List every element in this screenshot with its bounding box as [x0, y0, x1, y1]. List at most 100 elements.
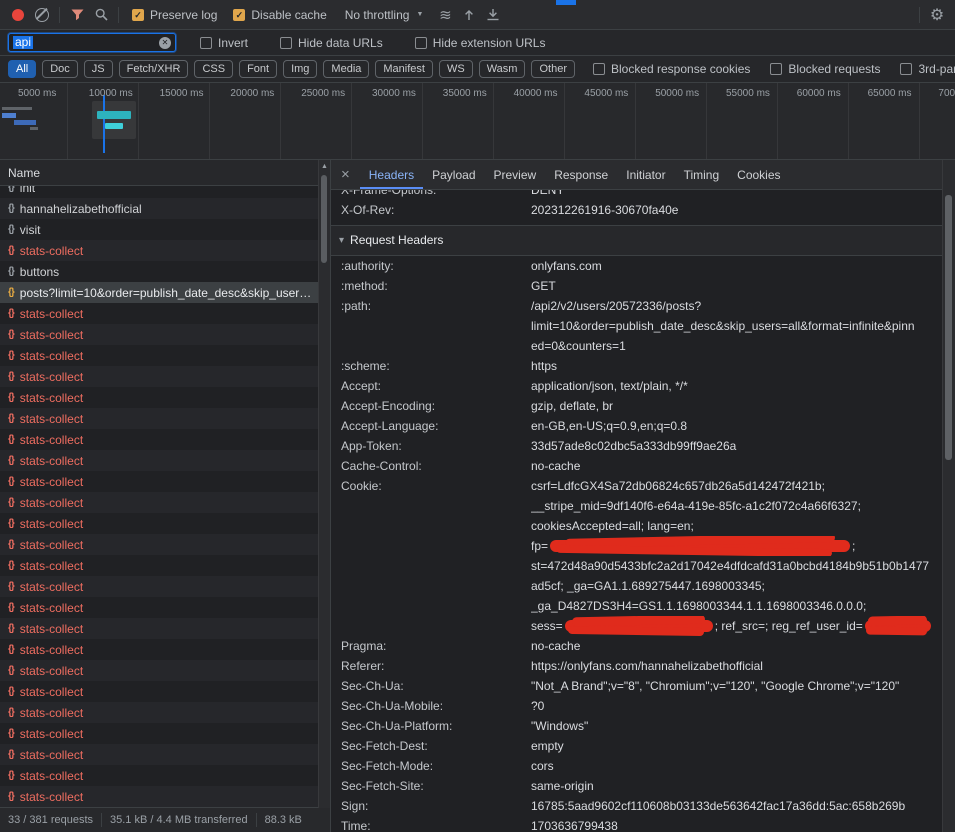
search-button[interactable] [89, 3, 113, 27]
type-filter-manifest[interactable]: Manifest [375, 60, 433, 78]
request-row[interactable]: {}stats-collect [0, 786, 330, 807]
type-filter-wasm[interactable]: Wasm [479, 60, 526, 78]
tab-initiator[interactable]: Initiator [617, 160, 674, 189]
request-row[interactable]: {}stats-collect [0, 555, 330, 576]
request-name: hannahelizabethofficial [20, 202, 142, 216]
braces-icon: {} [8, 497, 14, 508]
request-name: stats-collect [20, 517, 83, 531]
waterfall-activity-bar [2, 107, 32, 110]
request-row[interactable]: {}stats-collect [0, 765, 330, 786]
request-row[interactable]: {}posts?limit=10&order=publish_date_desc… [0, 282, 330, 303]
request-row[interactable]: {}stats-collect [0, 723, 330, 744]
scrollbar-thumb[interactable] [945, 195, 952, 460]
request-row[interactable]: {}stats-collect [0, 618, 330, 639]
tab-headers[interactable]: Headers [360, 160, 423, 189]
type-filter-font[interactable]: Font [239, 60, 277, 78]
header-value-text: _ga_D4827DS3H4=GS1.1.1698003344.1.1.1698… [531, 599, 866, 613]
filter-input[interactable]: api ✕ [8, 33, 176, 52]
type-filter-img[interactable]: Img [283, 60, 317, 78]
request-row[interactable]: {}init [0, 186, 330, 198]
tab-preview[interactable]: Preview [485, 160, 546, 189]
request-row[interactable]: {}stats-collect [0, 240, 330, 261]
request-headers-section[interactable]: ▾ Request Headers [331, 225, 943, 256]
scrollbar-thumb[interactable] [321, 175, 327, 263]
requests-count: 33 / 381 requests [0, 814, 101, 826]
header-row: Pragma:no-cache [331, 636, 943, 656]
type-filter-chips: All Doc JS Fetch/XHR CSS Font Img Media Manifest… [8, 60, 575, 78]
request-row[interactable]: {}stats-collect [0, 513, 330, 534]
type-filter-all[interactable]: All [8, 60, 36, 78]
timeline-overview[interactable]: 5000 ms10000 ms15000 ms20000 ms25000 ms3… [0, 83, 955, 160]
type-filter-doc[interactable]: Doc [42, 60, 78, 78]
checkbox-3rd-party-requests[interactable]: ✓3rd-party requests [900, 62, 955, 76]
request-row[interactable]: {}stats-collect [0, 660, 330, 681]
filter-button[interactable] [65, 3, 89, 27]
export-har-button[interactable] [481, 3, 505, 27]
name-column-header[interactable]: Name [0, 160, 330, 186]
request-row[interactable]: {}stats-collect [0, 366, 330, 387]
header-value-text: cors [531, 759, 554, 773]
request-name: stats-collect [20, 769, 83, 783]
header-value: application/json, text/plain, */* [531, 376, 943, 396]
scroll-up-arrow-icon[interactable]: ▲ [319, 160, 330, 170]
request-row[interactable]: {}stats-collect [0, 681, 330, 702]
tab-timing[interactable]: Timing [675, 160, 729, 189]
arrow-down-tray-icon [486, 8, 500, 21]
funnel-icon [71, 9, 84, 21]
checkbox-blocked-requests[interactable]: ✓Blocked requests [770, 62, 880, 76]
type-filter-ws[interactable]: WS [439, 60, 473, 78]
request-row[interactable]: {}stats-collect [0, 534, 330, 555]
request-row[interactable]: {}stats-collect [0, 345, 330, 366]
request-row[interactable]: {}stats-collect [0, 744, 330, 765]
request-row[interactable]: {}visit [0, 219, 330, 240]
clear-button[interactable] [30, 3, 54, 27]
header-name: Cache-Control: [341, 456, 531, 476]
record-button[interactable] [6, 3, 30, 27]
checkbox-blocked-response-cookies[interactable]: ✓Blocked response cookies [593, 62, 750, 76]
request-row[interactable]: {}stats-collect [0, 492, 330, 513]
request-row[interactable]: {}buttons [0, 261, 330, 282]
request-row[interactable]: {}stats-collect [0, 303, 330, 324]
timeline-label: 65000 ms [868, 88, 912, 99]
request-row[interactable]: {}stats-collect [0, 408, 330, 429]
preserve-log-checkbox[interactable]: ✓ Preserve log [132, 8, 217, 22]
request-name: stats-collect [20, 601, 83, 615]
tab-response[interactable]: Response [545, 160, 617, 189]
request-row[interactable]: {}stats-collect [0, 450, 330, 471]
close-details-icon[interactable]: × [335, 160, 360, 189]
request-row[interactable]: {}stats-collect [0, 702, 330, 723]
hide-extension-urls-checkbox[interactable]: ✓ Hide extension URLs [415, 36, 546, 50]
request-row[interactable]: {}stats-collect [0, 387, 330, 408]
request-list-scrollbar[interactable]: ▲ [318, 160, 330, 808]
request-row[interactable]: {}stats-collect [0, 576, 330, 597]
settings-button[interactable]: ⚙ [925, 3, 949, 27]
request-row[interactable]: {}stats-collect [0, 639, 330, 660]
request-row[interactable]: {}stats-collect [0, 429, 330, 450]
timeline-label: 25000 ms [301, 88, 345, 99]
request-row[interactable]: {}stats-collect [0, 471, 330, 492]
caret-down-icon: ▼ [416, 11, 423, 18]
network-conditions-button[interactable]: ≋ [433, 3, 457, 27]
import-har-button[interactable] [457, 3, 481, 27]
request-row[interactable]: {}stats-collect [0, 597, 330, 618]
clear-filter-icon[interactable]: ✕ [159, 37, 171, 49]
header-row: Accept-Language:en-GB,en-US;q=0.9,en;q=0… [331, 416, 943, 436]
type-filter-other[interactable]: Other [531, 60, 575, 78]
tab-cookies[interactable]: Cookies [728, 160, 789, 189]
timeline-label: 35000 ms [443, 88, 487, 99]
header-name: Sec-Fetch-Site: [341, 776, 531, 796]
header-row: Accept:application/json, text/plain, */* [331, 376, 943, 396]
request-row[interactable]: {}hannahelizabethofficial [0, 198, 330, 219]
disable-cache-checkbox[interactable]: ✓ Disable cache [233, 8, 326, 22]
hide-data-urls-checkbox[interactable]: ✓ Hide data URLs [280, 36, 383, 50]
request-row[interactable]: {}stats-collect [0, 324, 330, 345]
invert-checkbox[interactable]: ✓ Invert [200, 36, 248, 50]
type-filter-js[interactable]: JS [84, 60, 113, 78]
type-filter-media[interactable]: Media [323, 60, 369, 78]
tab-payload[interactable]: Payload [423, 160, 484, 189]
type-filter-css[interactable]: CSS [194, 60, 233, 78]
type-filter-fetch-xhr[interactable]: Fetch/XHR [119, 60, 189, 78]
throttling-dropdown[interactable]: No throttling ▼ [345, 8, 424, 22]
details-scrollbar[interactable] [942, 160, 955, 832]
braces-icon: {} [8, 623, 14, 634]
